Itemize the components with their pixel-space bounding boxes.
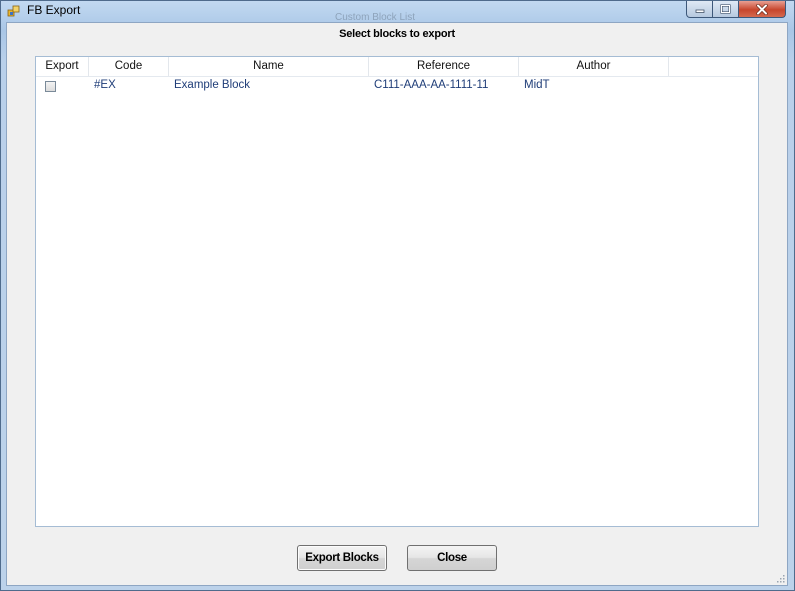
name-cell: Example Block xyxy=(174,79,251,91)
resize-grip-icon[interactable] xyxy=(777,575,785,583)
column-header-name[interactable]: Name xyxy=(169,57,369,76)
author-cell: MidT xyxy=(524,79,550,91)
close-icon xyxy=(756,3,768,15)
column-header-reference[interactable]: Reference xyxy=(369,57,519,76)
table-row[interactable]: #EX Example Block C111-AAA-AA-1111-11 Mi… xyxy=(36,77,758,94)
column-header-code[interactable]: Code xyxy=(89,57,169,76)
maximize-button[interactable] xyxy=(713,1,739,18)
column-header-filler xyxy=(669,57,755,76)
maximize-icon xyxy=(720,4,731,14)
dialog-client-area: Select blocks to export Export Code Name… xyxy=(6,22,788,586)
minimize-button[interactable] xyxy=(686,1,713,18)
app-icon xyxy=(7,5,20,17)
column-header-export[interactable]: Export xyxy=(36,57,89,76)
code-cell: #EX xyxy=(94,79,116,91)
blocks-listview[interactable]: Export Code Name Reference Author #EX Ex… xyxy=(35,56,759,527)
reference-cell: C111-AAA-AA-1111-11 xyxy=(374,79,489,91)
title-bar[interactable]: FB Export Custom Block List xyxy=(1,1,794,23)
dialog-heading: Select blocks to export xyxy=(339,28,455,40)
export-blocks-button[interactable]: Export Blocks xyxy=(297,545,387,571)
close-window-button[interactable] xyxy=(739,1,786,18)
column-header-author[interactable]: Author xyxy=(519,57,669,76)
export-checkbox[interactable] xyxy=(45,81,56,92)
listview-header: Export Code Name Reference Author xyxy=(36,57,758,77)
close-button[interactable]: Close xyxy=(407,545,497,571)
fb-export-window: FB Export Custom Block List Select block… xyxy=(0,0,795,591)
window-title: FB Export xyxy=(27,3,81,17)
export-cell xyxy=(36,77,89,94)
minimize-icon xyxy=(695,9,704,13)
